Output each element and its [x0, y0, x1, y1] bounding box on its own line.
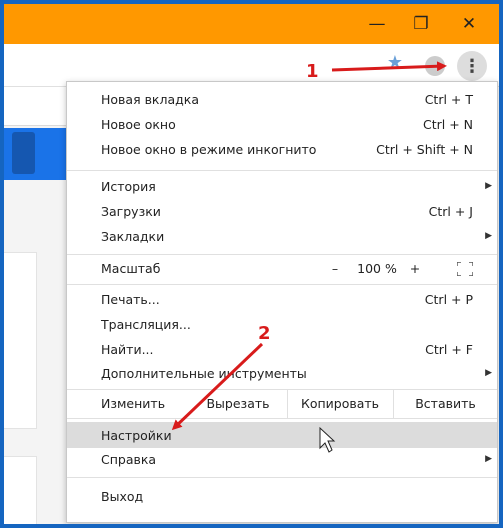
annotation-arrow-1: [331, 61, 447, 72]
mouse-cursor-icon: [319, 426, 336, 453]
annotation-number-2: 2: [258, 323, 271, 344]
annotation-arrows: [171, 61, 447, 453]
annotation-number-1: 1: [306, 61, 319, 82]
annotation-arrow-2: [171, 342, 264, 431]
browser-window: — ❐ ✕ ★ ⋮ Новая вкладка Ctrl + T Новое о…: [4, 4, 499, 524]
